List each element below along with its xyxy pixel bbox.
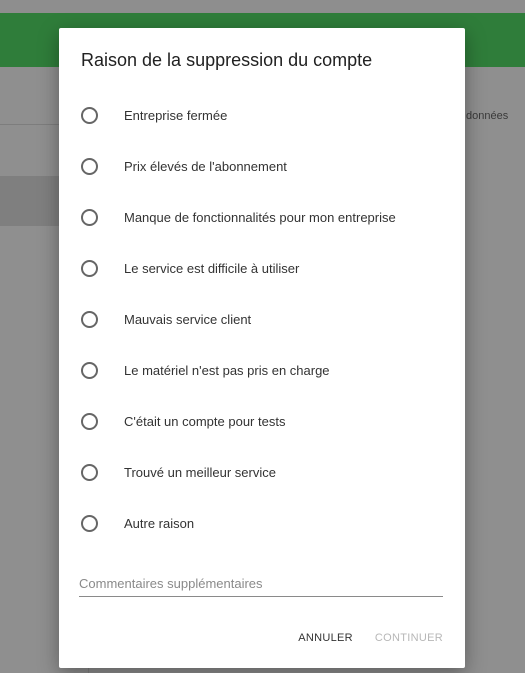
reason-label: Prix élevés de l'abonnement [124, 159, 287, 174]
dialog-actions: ANNULER CONTINUER [298, 628, 443, 648]
reason-label: Mauvais service client [124, 312, 252, 327]
radio-button-icon[interactable] [81, 107, 98, 124]
reason-option[interactable]: Entreprise fermée [59, 90, 465, 141]
reason-option[interactable]: C'était un compte pour tests [59, 396, 465, 447]
reason-label: Entreprise fermée [124, 108, 228, 123]
radio-button-icon[interactable] [81, 362, 98, 379]
reason-option[interactable]: Le matériel n'est pas pris en charge [59, 345, 465, 396]
radio-button-icon[interactable] [81, 413, 98, 430]
comment-field [79, 568, 443, 597]
reason-option[interactable]: Mauvais service client [59, 294, 465, 345]
comment-input[interactable] [79, 572, 443, 594]
background-label: données [466, 110, 509, 122]
radio-button-icon[interactable] [81, 260, 98, 277]
radio-button-icon[interactable] [81, 464, 98, 481]
reason-label: Manque de fonctionnalités pour mon entre… [124, 210, 396, 225]
cancel-button[interactable]: ANNULER [298, 628, 353, 648]
radio-button-icon[interactable] [81, 209, 98, 226]
reason-option[interactable]: Prix élevés de l'abonnement [59, 141, 465, 192]
radio-button-icon[interactable] [81, 158, 98, 175]
reason-option[interactable]: Autre raison [59, 498, 465, 549]
reason-option[interactable]: Le service est difficile à utiliser [59, 243, 465, 294]
continue-button[interactable]: CONTINUER [375, 628, 443, 648]
reason-label: C'était un compte pour tests [124, 414, 286, 429]
dialog-title: Raison de la suppression du compte [81, 50, 373, 70]
reason-option[interactable]: Trouvé un meilleur service [59, 447, 465, 498]
radio-button-icon[interactable] [81, 515, 98, 532]
reason-label: Le service est difficile à utiliser [124, 261, 300, 276]
reason-options: Entreprise fermée Prix élevés de l'abonn… [59, 90, 465, 549]
delete-account-dialog: Raison de la suppression du compte Entre… [59, 28, 465, 668]
reason-label: Trouvé un meilleur service [124, 465, 276, 480]
radio-button-icon[interactable] [81, 311, 98, 328]
reason-option[interactable]: Manque de fonctionnalités pour mon entre… [59, 192, 465, 243]
reason-label: Le matériel n'est pas pris en charge [124, 363, 330, 378]
reason-label: Autre raison [124, 516, 195, 531]
